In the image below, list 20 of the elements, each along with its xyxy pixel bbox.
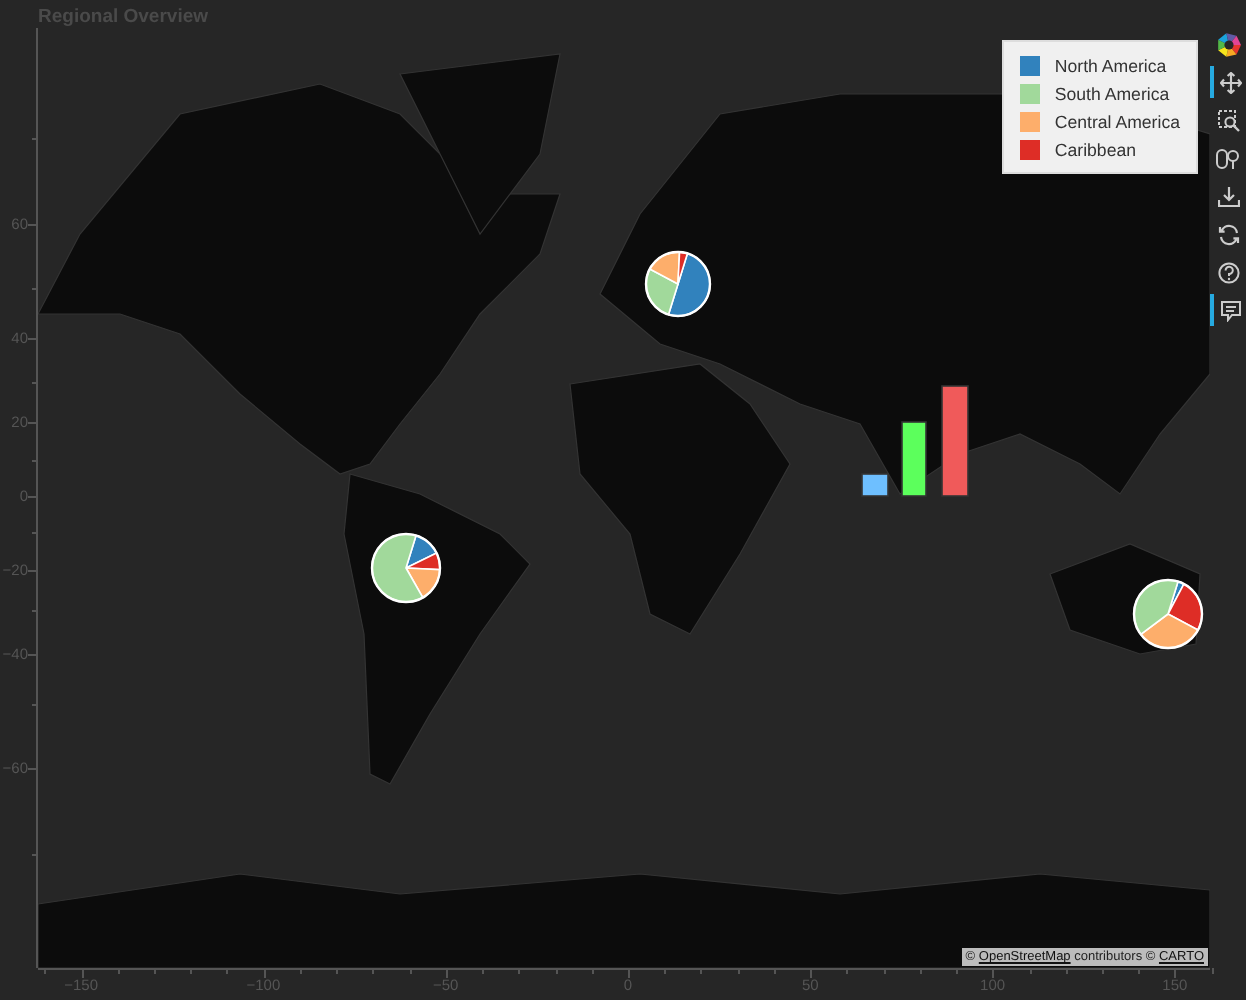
pie-glyph: [370, 532, 442, 604]
legend-label: South America: [1054, 84, 1170, 104]
move-icon: [1219, 71, 1241, 93]
reset-icon: [1217, 223, 1239, 245]
logo-icon: [1215, 31, 1241, 57]
legend-label: Central America: [1054, 112, 1180, 132]
box-zoom-icon: [1217, 109, 1239, 131]
pie-glyph: [644, 250, 712, 318]
help-icon: [1217, 261, 1239, 283]
toolbar-button[interactable]: [1210, 66, 1246, 98]
hover-tooltip-icon: [1219, 299, 1241, 321]
pie-glyph: [1132, 578, 1204, 650]
toolbar-button[interactable]: [1210, 294, 1246, 326]
legend-label: Caribbean: [1054, 140, 1136, 160]
bar: [941, 385, 969, 497]
bar: [861, 473, 889, 497]
legend-label: North America: [1054, 56, 1167, 76]
wheel-zoom-icon: [1216, 147, 1240, 169]
bar: [901, 421, 927, 497]
download-icon: [1217, 185, 1239, 207]
